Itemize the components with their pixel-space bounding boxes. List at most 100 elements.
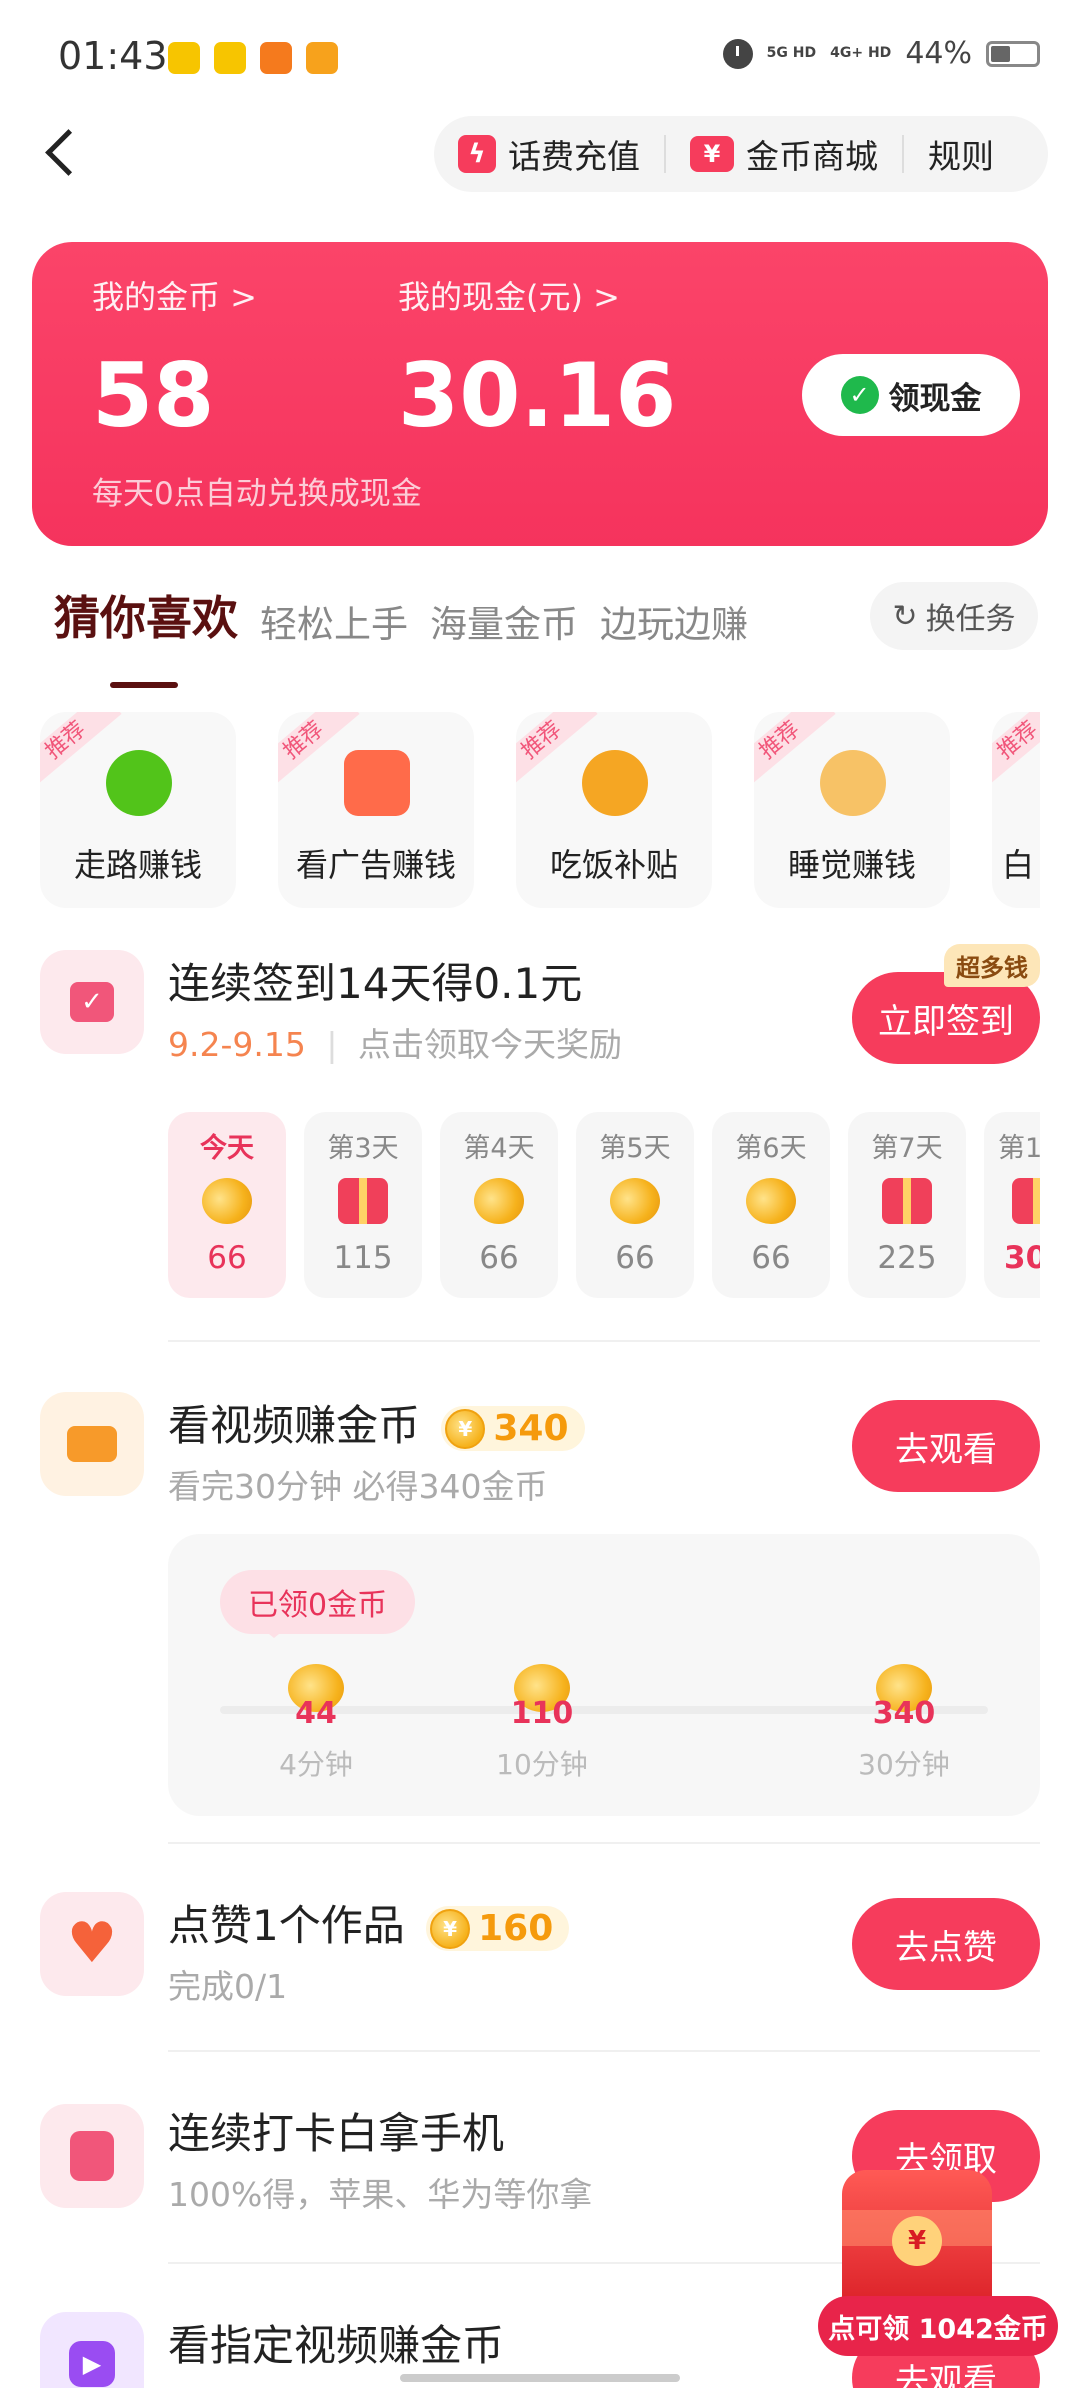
claim-cash-button[interactable]: ✓ 领现金 [802, 354, 1020, 436]
home-indicator [400, 2374, 680, 2382]
milestone-coins: 340 [872, 1696, 936, 1731]
tile-watch-ads[interactable]: 推荐 看广告赚钱 [278, 712, 474, 908]
rules-link[interactable]: 规则 [928, 130, 994, 178]
floating-packet-label[interactable]: 点可领 1042金币 [818, 2296, 1058, 2356]
calendar-icon: ✓ [40, 950, 144, 1054]
tile-sleep-earn[interactable]: 推荐 睡觉赚钱 [754, 712, 950, 908]
milestone-coins: 110 [510, 1696, 574, 1731]
milestone: 340 30分钟 [844, 1664, 964, 1783]
gift-box-icon [338, 1178, 388, 1224]
coin-stack-icon [202, 1178, 252, 1224]
tab-guess-you-like[interactable]: 猜你喜欢 [54, 582, 238, 688]
heart-shape-icon: ♥ [66, 1911, 118, 1976]
day-label: 第3天 [327, 1133, 399, 1164]
phone-shape-icon [70, 2131, 114, 2181]
tv-ad-icon [344, 750, 410, 816]
balance-card: 我的金币 > 58 我的现金(元) > 30.16 ✓ 领现金 每天0点自动兑换… [32, 242, 1048, 546]
play-shape-icon: ▶ [69, 2341, 115, 2387]
back-button[interactable] [36, 122, 96, 182]
wechat-pay-icon: ✓ [840, 376, 879, 414]
sleeping-person-icon [820, 750, 886, 816]
battery-level-fill [991, 45, 1010, 62]
cart-icon: ¥ [690, 136, 734, 172]
milestone-time: 4分钟 [279, 1748, 353, 1781]
notification-app-icon [260, 42, 292, 74]
signin-hint: 点击领取今天奖励 [358, 1025, 622, 1064]
tab-massive-coins[interactable]: 海量金币 [430, 594, 578, 648]
signin-day[interactable]: 第6天 66 [712, 1112, 830, 1298]
go-like-button[interactable]: 去点赞 [852, 1898, 1040, 1990]
tile-label: 白 [1002, 846, 1035, 884]
signin-day[interactable]: 第4天 66 [440, 1112, 558, 1298]
day-reward: 66 [751, 1240, 791, 1276]
gift-box-icon [1012, 1178, 1040, 1224]
day-reward: 225 [877, 1240, 937, 1276]
coin-stack-icon [610, 1178, 660, 1224]
super-money-badge: 超多钱 [944, 944, 1040, 987]
video-task-title-row: 看视频赚金币 ¥ 340 [168, 1392, 585, 1453]
tile-label: 走路赚钱 [73, 846, 202, 884]
coin-mall-button[interactable]: ¥ 金币商城 [690, 130, 878, 178]
refresh-icon: ↻ [892, 598, 918, 634]
signin-day[interactable]: 第5天 66 [576, 1112, 694, 1298]
signin-day[interactable]: 第7天 225 [848, 1112, 966, 1298]
day-label: 第5天 [599, 1133, 671, 1164]
gift-box-icon [882, 1178, 932, 1224]
day-label: 第1 [998, 1133, 1040, 1164]
milestone-time: 30分钟 [858, 1748, 950, 1781]
milestone-coins: 44 [295, 1696, 337, 1731]
divider [168, 1842, 1040, 1844]
go-watch-button[interactable]: 去观看 [852, 1400, 1040, 1492]
divider: | [326, 1025, 338, 1064]
camera-shape-icon [67, 1426, 117, 1462]
heart-icon: ♥ [40, 1892, 144, 1996]
tile-partial[interactable]: 推荐 白 [992, 712, 1040, 908]
milestone: 110 10分钟 [482, 1664, 602, 1783]
signin-date-range: 9.2-9.15 [168, 1025, 306, 1064]
quick-task-tiles: 推荐 走路赚钱 推荐 看广告赚钱 推荐 吃饭补贴 推荐 睡觉赚钱 推荐 白 [40, 712, 1040, 908]
tile-meal-subsidy[interactable]: 推荐 吃饭补贴 [516, 712, 712, 908]
swap-tasks-button[interactable]: ↻ 换任务 [870, 582, 1038, 650]
alarm-icon [722, 38, 753, 69]
video-task-coin-value: 340 [493, 1408, 569, 1449]
phone-icon [40, 2104, 144, 2208]
day-label: 第6天 [735, 1133, 807, 1164]
cash-value: 30.16 [398, 344, 677, 447]
signin-now-label: 立即签到 [878, 1001, 1014, 1042]
phone-recharge-button[interactable]: ϟ 话费充值 [458, 130, 640, 178]
coin-icon: ¥ [430, 1908, 471, 1949]
tile-label: 睡觉赚钱 [787, 846, 916, 884]
day-reward: 30 [1004, 1240, 1040, 1276]
notification-app-icon [214, 42, 246, 74]
tab-easy-start[interactable]: 轻松上手 [260, 594, 408, 648]
video-progress-panel: 已领0金币 44 4分钟 110 10分钟 340 30分钟 [168, 1534, 1040, 1816]
battery-icon [986, 40, 1040, 67]
walking-figure-icon [106, 750, 172, 816]
like-task-title-row: 点赞1个作品 ¥ 160 [168, 1892, 570, 1953]
signin-day[interactable]: 第1 30 [984, 1112, 1040, 1298]
battery-percent: 44% [905, 36, 972, 71]
calendar-check-icon: ✓ [70, 982, 114, 1022]
like-task: ♥ 点赞1个作品 ¥ 160 完成0/1 去点赞 [40, 1892, 1040, 2012]
signal-4g-indicator: 4G+ HD [830, 45, 892, 61]
go-like-label: 去点赞 [895, 1927, 997, 1968]
signin-day[interactable]: 第3天 115 [304, 1112, 422, 1298]
like-task-coins: ¥ 160 [426, 1906, 570, 1951]
signin-day[interactable]: 今天 66 [168, 1112, 286, 1298]
phone-recharge-label: 话费充值 [508, 137, 640, 176]
notification-app-icon [306, 42, 338, 74]
go-watch-specified-label: 去观看 [895, 2361, 997, 2388]
coins-value: 58 [92, 344, 215, 447]
recommend-tag: 推荐 [992, 712, 1040, 792]
day-label: 今天 [200, 1133, 254, 1164]
tile-walk-earn[interactable]: 推荐 走路赚钱 [40, 712, 236, 908]
tab-play-and-earn[interactable]: 边玩边赚 [600, 594, 748, 648]
my-cash-link[interactable]: 我的现金(元) > [398, 272, 620, 318]
divider [664, 135, 666, 173]
video-task-title: 看视频赚金币 [168, 1401, 421, 1450]
day-reward: 115 [333, 1240, 393, 1276]
claimed-coins-label: 已领0金币 [248, 1588, 388, 1623]
my-coins-link[interactable]: 我的金币 > [92, 272, 257, 318]
header-actions: ϟ 话费充值 ¥ 金币商城 规则 [434, 116, 1048, 192]
day-reward: 66 [615, 1240, 655, 1276]
